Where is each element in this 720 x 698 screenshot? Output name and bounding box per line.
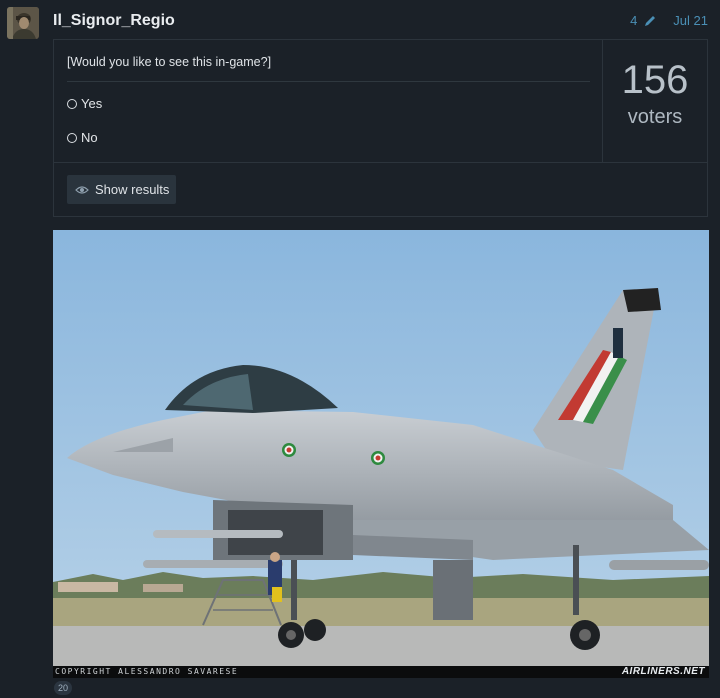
photo-credit: COPYRIGHT ALESSANDRO SAVARESE [55,667,239,676]
show-results-button[interactable]: Show results [67,175,176,204]
pencil-icon[interactable] [643,14,657,28]
radio-icon[interactable] [67,132,77,143]
show-results-label: Show results [95,182,170,197]
poll-divider [67,81,590,82]
poll-divider [54,162,707,163]
edit-count[interactable]: 4 [630,13,637,28]
post-date[interactable]: Jul 21 [673,13,708,28]
attachment-count-badge[interactable]: 20 [54,681,73,695]
poll: [Would you like to see this in-game?] Ye… [53,39,708,217]
voters-count: 156 [621,58,689,102]
post-username[interactable]: Il_Signor_Regio [53,12,175,30]
photo-credit-bar: COPYRIGHT ALESSANDRO SAVARESE AIRLINERS.… [53,666,709,678]
poll-options-panel: [Would you like to see this in-game?] Ye… [54,40,603,162]
jet-photo [53,230,709,678]
poll-question: [Would you like to see this in-game?] [67,55,272,69]
photo-watermark: AIRLINERS.NET [621,666,705,677]
eye-icon [75,185,89,194]
poll-voters: 156 voters [603,40,707,162]
poll-option-label: Yes [81,96,103,111]
poll-option-no[interactable]: No [67,130,98,145]
avatar[interactable] [7,7,39,39]
post-meta: 4 Jul 21 [630,13,708,28]
radio-icon[interactable] [67,98,77,109]
poll-option-label: No [81,130,98,145]
post-image[interactable]: COPYRIGHT ALESSANDRO SAVARESE AIRLINERS.… [53,230,709,678]
poll-option-yes[interactable]: Yes [67,96,102,111]
voters-label: voters [627,106,683,128]
